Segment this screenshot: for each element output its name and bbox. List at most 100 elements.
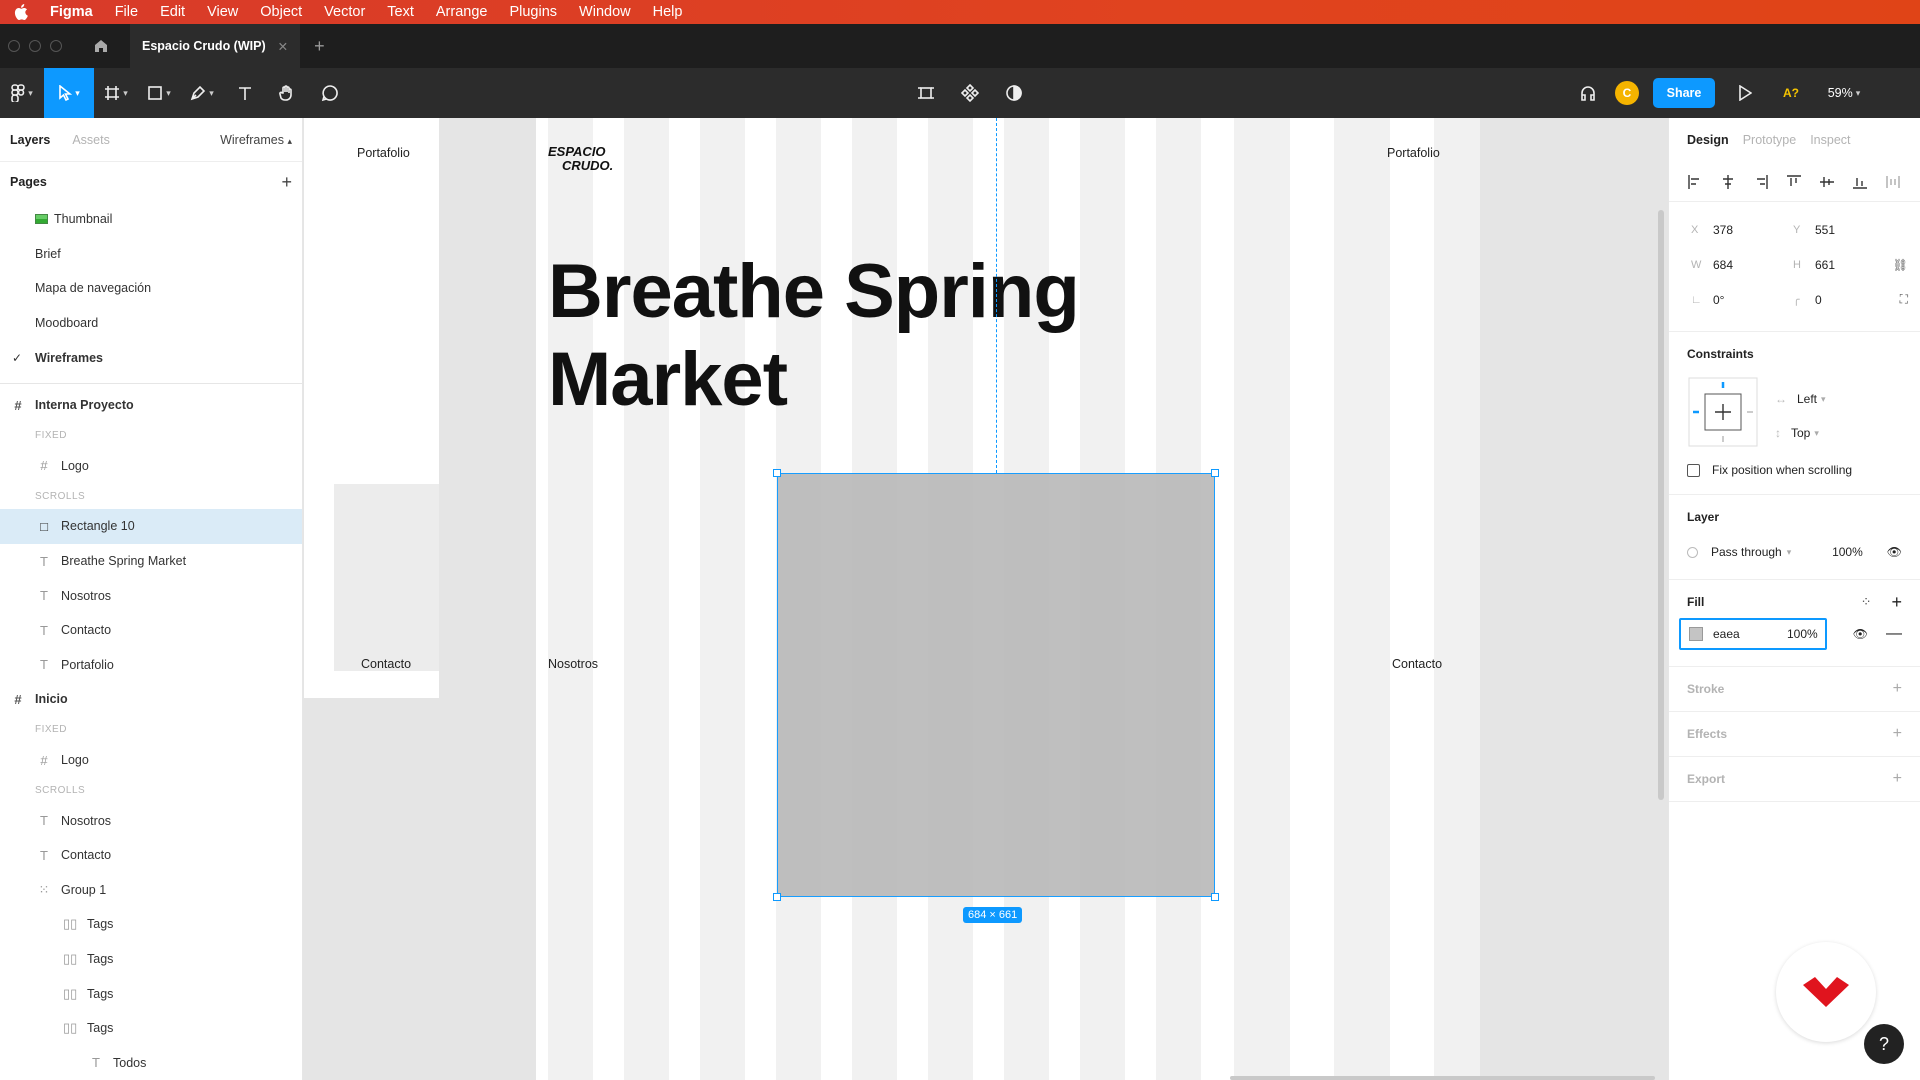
- layer-text[interactable]: T Portafolio: [0, 648, 302, 683]
- close-tab-icon[interactable]: ✕: [278, 39, 288, 54]
- remove-fill-icon[interactable]: —: [1886, 625, 1902, 643]
- vertical-scrollbar[interactable]: [1658, 210, 1664, 800]
- page-item-thumbnail[interactable]: Thumbnail: [0, 202, 302, 237]
- blend-mode-dropdown[interactable]: Pass through: [1711, 545, 1782, 559]
- distribute-icon[interactable]: [1885, 174, 1901, 190]
- align-left-icon[interactable]: [1687, 174, 1703, 190]
- nav-portafolio-left[interactable]: Portafolio: [357, 146, 410, 160]
- resize-handle[interactable]: [773, 469, 781, 477]
- align-bottom-icon[interactable]: [1852, 174, 1868, 190]
- crop-button[interactable]: [904, 68, 948, 118]
- shape-tool-button[interactable]: ▾: [138, 68, 180, 118]
- share-button[interactable]: Share: [1652, 78, 1716, 108]
- fix-position-checkbox[interactable]: [1687, 463, 1700, 477]
- fill-swatch[interactable]: [1689, 627, 1703, 641]
- layer-tags[interactable]: ▯▯ Tags: [0, 907, 302, 942]
- add-export-icon[interactable]: +: [1893, 770, 1902, 788]
- w-input[interactable]: 684: [1713, 258, 1793, 272]
- tab-design[interactable]: Design: [1687, 133, 1729, 147]
- align-center-v-icon[interactable]: [1819, 174, 1835, 190]
- comment-tool-button[interactable]: [308, 68, 352, 118]
- layer-text[interactable]: T Todos: [0, 1045, 302, 1080]
- tab-inspect[interactable]: Inspect: [1810, 133, 1850, 147]
- resize-handle[interactable]: [773, 893, 781, 901]
- mask-button[interactable]: [992, 68, 1036, 118]
- layer-tags[interactable]: ▯▯ Tags: [0, 942, 302, 977]
- text-tool-button[interactable]: [224, 68, 266, 118]
- styles-icon[interactable]: ⁘: [1861, 594, 1872, 610]
- page-item-brief[interactable]: Brief: [0, 237, 302, 272]
- nav-contacto-left[interactable]: Contacto: [361, 657, 411, 671]
- horizontal-scrollbar[interactable]: [1230, 1076, 1655, 1080]
- add-stroke-icon[interactable]: +: [1893, 680, 1902, 698]
- menu-arrange[interactable]: Arrange: [436, 4, 488, 20]
- layer-tags[interactable]: ▯▯ Tags: [0, 976, 302, 1011]
- align-right-icon[interactable]: [1753, 174, 1769, 190]
- horizontal-constraint-dropdown[interactable]: ↔ Left ▾: [1775, 382, 1826, 416]
- logo[interactable]: ESPACIO CRUDO.: [548, 145, 613, 173]
- x-input[interactable]: 378: [1713, 223, 1793, 237]
- add-page-icon[interactable]: +: [281, 172, 292, 193]
- layer-text[interactable]: T Breathe Spring Market: [0, 544, 302, 579]
- pen-tool-button[interactable]: ▾: [180, 68, 224, 118]
- file-tab[interactable]: Espacio Crudo (WIP) ✕: [130, 24, 301, 68]
- align-top-icon[interactable]: [1786, 174, 1802, 190]
- move-tool-button[interactable]: ▾: [44, 68, 94, 118]
- fill-hex[interactable]: eaea: [1713, 627, 1773, 641]
- tab-assets[interactable]: Assets: [72, 133, 110, 147]
- menu-file[interactable]: File: [115, 4, 138, 20]
- rectangle-10[interactable]: [777, 473, 1215, 897]
- hand-tool-button[interactable]: [266, 68, 308, 118]
- close-window-button[interactable]: [8, 40, 20, 52]
- accessibility-button[interactable]: A?: [1766, 68, 1816, 118]
- help-button[interactable]: ?: [1864, 1024, 1904, 1064]
- radius-input[interactable]: 0: [1815, 293, 1895, 307]
- fill-opacity[interactable]: 100%: [1787, 627, 1818, 641]
- layer-text[interactable]: T Nosotros: [0, 578, 302, 613]
- menu-window[interactable]: Window: [579, 4, 631, 20]
- constrain-proportions-icon[interactable]: ⛓: [1893, 258, 1908, 272]
- resize-handle[interactable]: [1211, 893, 1219, 901]
- vertical-constraint-dropdown[interactable]: ↕ Top ▾: [1775, 416, 1826, 450]
- tab-layers[interactable]: Layers: [10, 133, 50, 147]
- y-input[interactable]: 551: [1815, 223, 1895, 237]
- layer-logo[interactable]: # Logo: [0, 743, 302, 778]
- nav-nosotros[interactable]: Nosotros: [548, 657, 598, 671]
- layer-frame-interna[interactable]: # Interna Proyecto: [0, 388, 302, 423]
- layer-group[interactable]: ⁙ Group 1: [0, 873, 302, 908]
- frame-tool-button[interactable]: ▾: [94, 68, 138, 118]
- layer-opacity-input[interactable]: 100%: [1832, 545, 1863, 559]
- page-item-moodboard[interactable]: Moodboard: [0, 306, 302, 341]
- layer-frame-inicio[interactable]: # Inicio: [0, 682, 302, 717]
- main-menu-button[interactable]: ▾: [0, 68, 44, 118]
- current-page-dropdown[interactable]: Wireframes ▴: [220, 133, 292, 147]
- page-item-mapa[interactable]: Mapa de navegación: [0, 271, 302, 306]
- brand-badge[interactable]: [1776, 942, 1876, 1042]
- page-item-wireframes[interactable]: ✓ Wireframes: [0, 340, 302, 375]
- zoom-dropdown[interactable]: 59% ▾: [1816, 68, 1872, 118]
- minimize-window-button[interactable]: [29, 40, 41, 52]
- constraints-widget[interactable]: [1687, 376, 1759, 448]
- h-input[interactable]: 661: [1815, 258, 1895, 272]
- layer-rectangle-10[interactable]: □ Rectangle 10: [0, 509, 302, 544]
- menu-figma[interactable]: Figma: [50, 4, 93, 20]
- component-button[interactable]: [948, 68, 992, 118]
- independent-corners-icon[interactable]: ⛶: [1900, 292, 1908, 307]
- layer-text[interactable]: T Contacto: [0, 838, 302, 873]
- home-icon[interactable]: [92, 37, 110, 55]
- eye-icon[interactable]: 👁: [1853, 627, 1868, 641]
- layer-text[interactable]: T Nosotros: [0, 803, 302, 838]
- fill-input[interactable]: eaea 100%: [1679, 618, 1827, 650]
- menu-view[interactable]: View: [207, 4, 238, 20]
- eye-icon[interactable]: 👁: [1887, 545, 1902, 559]
- menu-vector[interactable]: Vector: [324, 4, 365, 20]
- resize-handle[interactable]: [1211, 469, 1219, 477]
- present-button[interactable]: [1724, 68, 1766, 118]
- layer-tags[interactable]: ▯▯ Tags: [0, 1011, 302, 1046]
- audio-button[interactable]: [1566, 68, 1610, 118]
- headline[interactable]: Breathe Spring Market: [548, 248, 1080, 424]
- menu-object[interactable]: Object: [260, 4, 302, 20]
- user-avatar[interactable]: C: [1610, 68, 1644, 118]
- add-effect-icon[interactable]: +: [1893, 725, 1902, 743]
- new-tab-icon[interactable]: +: [314, 36, 325, 57]
